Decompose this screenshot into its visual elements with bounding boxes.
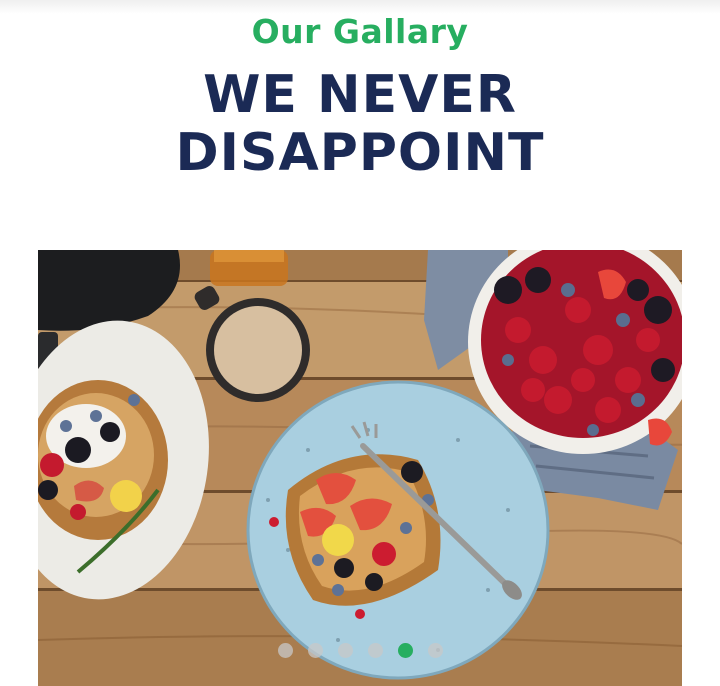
section-title-line1: WE NEVER (203, 65, 517, 125)
gallery-slider[interactable] (38, 250, 682, 686)
gallery-image-breakfast (38, 250, 682, 686)
section-title: WE NEVER DISAPPOINT (0, 66, 720, 182)
slider-dot-5[interactable] (397, 643, 413, 658)
slider-dot-1[interactable] (277, 643, 293, 658)
slider-dot-2[interactable] (307, 643, 323, 658)
slider-dot-6[interactable] (427, 643, 443, 658)
section-subtitle: Our Gallary (251, 12, 469, 51)
slider-dot-4[interactable] (367, 643, 383, 658)
slider-dots (38, 643, 682, 658)
slider-dot-3[interactable] (337, 643, 353, 658)
section-title-line2: DISAPPOINT (175, 123, 545, 183)
